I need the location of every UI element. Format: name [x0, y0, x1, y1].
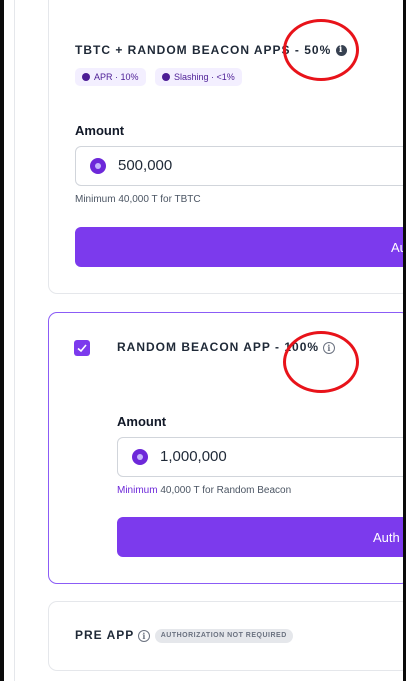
app-checkbox[interactable] [74, 340, 90, 356]
info-icon[interactable]: i [138, 629, 151, 642]
t-token-icon [90, 158, 106, 174]
annotation-circle [283, 331, 359, 393]
authorization-status-badge: AUTHORIZATION NOT REQUIRED [154, 628, 293, 643]
amount-input[interactable]: 500,000 [75, 146, 406, 186]
info-dot-icon [82, 73, 90, 81]
info-dot-icon [162, 73, 170, 81]
minimum-helper: Minimum 40,000 T for TBTC [75, 194, 201, 205]
minimum-helper: Minimum 40,000 T for Random Beacon [117, 485, 292, 496]
checkmark-icon [77, 344, 87, 353]
left-edge [0, 0, 4, 681]
amount-value: 500,000 [118, 157, 173, 174]
amount-label: Amount [75, 123, 125, 138]
apr-badge: APR · 10% [75, 68, 146, 86]
annotation-circle [283, 19, 359, 81]
amount-value: 1,000,000 [160, 448, 227, 465]
pre-app-card: PRE APP i AUTHORIZATION NOT REQUIRED [48, 601, 406, 671]
card-title-text: PRE APP [75, 628, 135, 642]
card-title: PRE APP i AUTHORIZATION NOT REQUIRED [75, 628, 293, 643]
t-token-icon [132, 449, 148, 465]
amount-input[interactable]: 1,000,000 [117, 437, 406, 477]
amount-label: Amount [117, 414, 167, 429]
authorize-button[interactable]: Auth [117, 517, 406, 557]
slashing-badge: Slashing · <1% [155, 68, 242, 86]
authorize-button[interactable]: Au [75, 227, 406, 267]
